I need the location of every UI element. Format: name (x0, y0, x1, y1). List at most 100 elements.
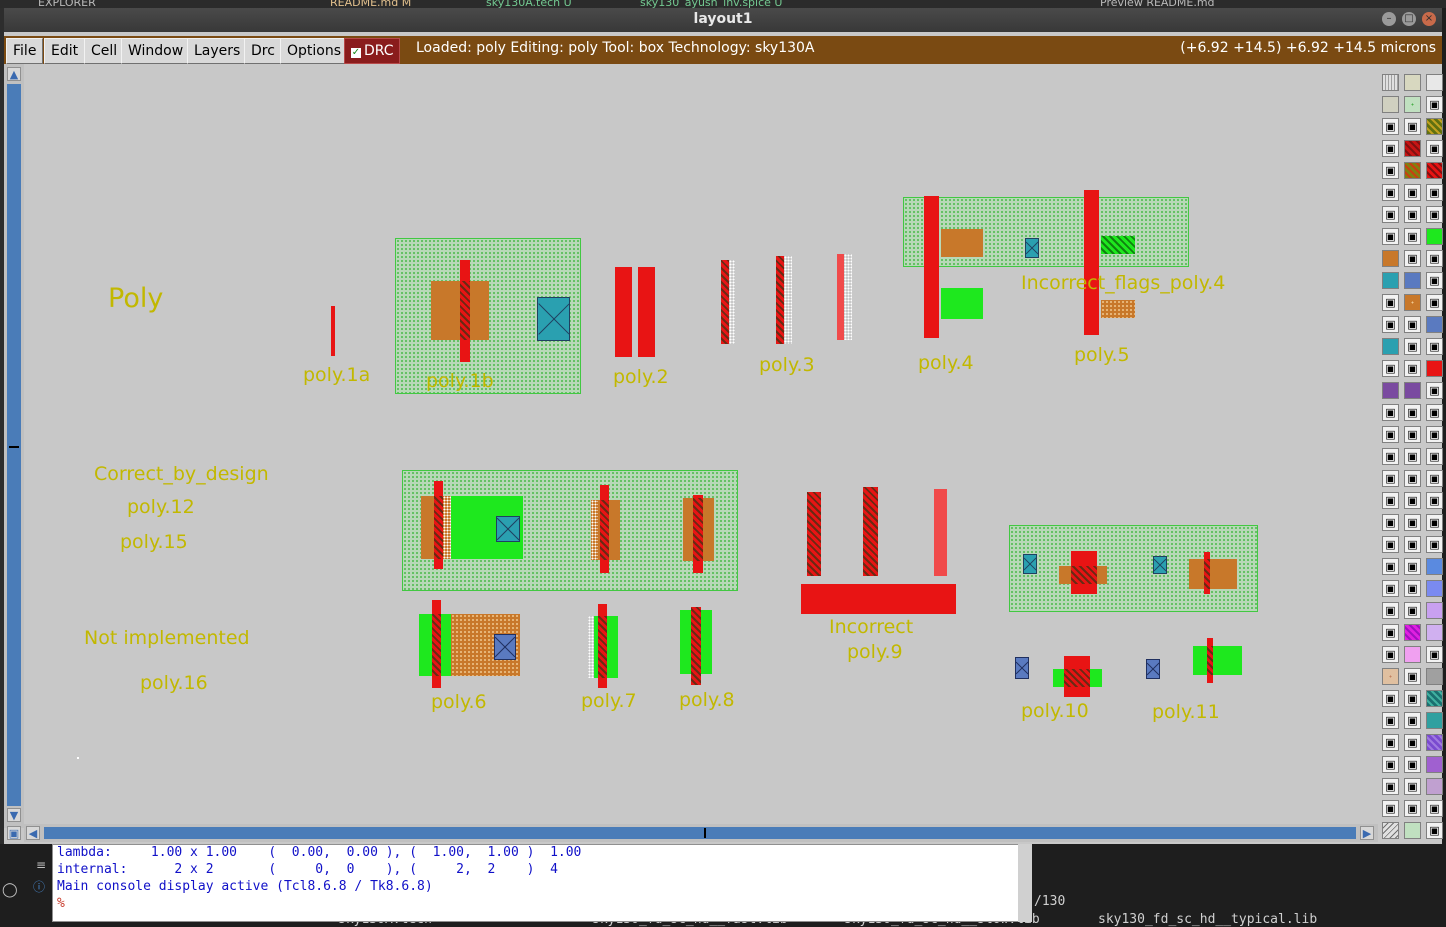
layer-swatch[interactable] (1382, 74, 1399, 91)
menu-cell[interactable]: Cell (84, 38, 125, 64)
poly-3-a[interactable] (721, 260, 729, 344)
layer-lock-icon[interactable]: ▣ (1382, 206, 1399, 223)
layer-swatch[interactable] (1382, 272, 1399, 289)
poly-4-contact[interactable] (1025, 238, 1039, 258)
close-icon[interactable]: × (1422, 12, 1436, 26)
poly-2-right[interactable] (638, 267, 655, 357)
layer-swatch[interactable] (1426, 602, 1443, 619)
layer-lock-icon[interactable]: ▣ (1382, 690, 1399, 707)
tcl-console[interactable]: lambda: 1.00 x 1.00 ( 0.00, 0.00 ), ( 1.… (52, 844, 1020, 922)
poly-12-contact[interactable] (496, 516, 520, 542)
layer-lock-icon[interactable]: ▣ (1426, 382, 1443, 399)
layer-swatch[interactable] (1426, 712, 1443, 729)
layer-lock-icon[interactable]: ▣ (1382, 514, 1399, 531)
layer-swatch[interactable] (1382, 338, 1399, 355)
poly-5-active[interactable] (1101, 236, 1135, 254)
scroll-left-icon[interactable]: ◀ (26, 826, 40, 840)
layer-lock-icon[interactable]: ▣ (1382, 602, 1399, 619)
layer-lock-icon[interactable]: ▣ (1426, 140, 1443, 157)
layer-swatch[interactable] (1404, 74, 1421, 91)
layer-lock-icon[interactable]: ▣ (1426, 448, 1443, 465)
console-scrollbar[interactable] (1018, 844, 1032, 922)
poly-4-gate[interactable] (924, 196, 939, 338)
layer-lock-icon[interactable]: ▣ (1426, 822, 1443, 839)
poly-4-diffusion[interactable] (941, 229, 983, 257)
layer-swatch[interactable] (1382, 250, 1399, 267)
poly-11-contact-a[interactable] (1153, 556, 1167, 574)
layer-swatch[interactable] (1426, 228, 1443, 245)
layer-lock-icon[interactable]: ▣ (1404, 470, 1421, 487)
console-prompt[interactable]: % (57, 896, 65, 911)
layer-lock-icon[interactable]: ▣ (1382, 558, 1399, 575)
menu-options[interactable]: Options (280, 38, 349, 64)
poly-1b-contact[interactable] (537, 297, 570, 341)
scroll-down-icon[interactable]: ▼ (7, 808, 21, 822)
layer-lock-icon[interactable]: ▣ (1404, 426, 1421, 443)
layer-lock-icon[interactable]: ▣ (1404, 184, 1421, 201)
layer-swatch[interactable] (1426, 778, 1443, 795)
layer-swatch[interactable] (1404, 646, 1421, 663)
layer-lock-icon[interactable]: ▣ (1404, 602, 1421, 619)
layer-lock-icon[interactable]: ▣ (1404, 250, 1421, 267)
layer-swatch[interactable] (1426, 316, 1443, 333)
layer-lock-icon[interactable]: ▣ (1382, 800, 1399, 817)
menu-window[interactable]: Window (121, 38, 191, 64)
horizontal-scrollbar[interactable]: ◀ ▶ (24, 824, 1378, 842)
layer-swatch[interactable] (1404, 96, 1421, 113)
layer-lock-icon[interactable]: ▣ (1404, 690, 1421, 707)
layer-swatch[interactable] (1404, 162, 1421, 179)
layer-lock-icon[interactable]: ▣ (1404, 316, 1421, 333)
layer-lock-icon[interactable]: ▣ (1404, 734, 1421, 751)
poly-9-finger-2[interactable] (863, 487, 878, 576)
menu-file[interactable]: File (6, 38, 44, 64)
poly-5-tap[interactable] (1101, 300, 1135, 318)
layer-lock-icon[interactable]: ▣ (1426, 646, 1443, 663)
menu-layers[interactable]: Layers (187, 38, 248, 64)
layer-lock-icon[interactable]: ▣ (1404, 206, 1421, 223)
layer-lock-icon[interactable]: ▣ (1426, 184, 1443, 201)
layer-swatch[interactable] (1426, 668, 1443, 685)
layer-lock-icon[interactable]: ▣ (1404, 338, 1421, 355)
poly-11-active[interactable] (1193, 646, 1242, 675)
poly-5-gate[interactable] (1084, 190, 1099, 335)
layer-swatch[interactable] (1382, 668, 1399, 685)
layer-lock-icon[interactable]: ▣ (1426, 536, 1443, 553)
layer-lock-icon[interactable]: ▣ (1426, 800, 1443, 817)
window-titlebar[interactable]: layout1 – □ × (4, 8, 1442, 32)
layer-swatch[interactable] (1382, 822, 1399, 839)
drc-toggle[interactable]: ✓ DRC (344, 38, 400, 64)
poly-1a-shape[interactable] (331, 306, 335, 356)
poly-4-active[interactable] (941, 288, 983, 319)
layer-swatch[interactable] (1426, 74, 1443, 91)
layer-lock-icon[interactable]: ▣ (1382, 470, 1399, 487)
layer-lock-icon[interactable]: ▣ (1426, 338, 1443, 355)
layer-lock-icon[interactable]: ▣ (1404, 228, 1421, 245)
layer-swatch[interactable] (1426, 734, 1443, 751)
layer-lock-icon[interactable]: ▣ (1404, 558, 1421, 575)
layer-lock-icon[interactable]: ▣ (1404, 360, 1421, 377)
layer-swatch[interactable] (1426, 690, 1443, 707)
vertical-scroll-track[interactable] (7, 84, 21, 806)
layer-lock-icon[interactable]: ▣ (1382, 118, 1399, 135)
layer-lock-icon[interactable]: ▣ (1426, 96, 1443, 113)
layer-swatch[interactable] (1426, 118, 1443, 135)
layer-lock-icon[interactable]: ▣ (1382, 184, 1399, 201)
layer-lock-icon[interactable]: ▣ (1426, 206, 1443, 223)
layer-lock-icon[interactable]: ▣ (1404, 712, 1421, 729)
poly-9-finger-3[interactable] (934, 489, 947, 576)
layer-lock-icon[interactable]: ▣ (1382, 624, 1399, 641)
layer-lock-icon[interactable]: ▣ (1404, 514, 1421, 531)
poly-6-contact[interactable] (494, 634, 516, 660)
layer-lock-icon[interactable]: ▣ (1382, 404, 1399, 421)
host-info-icon[interactable]: ⓘ (33, 878, 45, 895)
layer-lock-icon[interactable]: ▣ (1404, 492, 1421, 509)
layer-lock-icon[interactable]: ▣ (1426, 404, 1443, 421)
layer-swatch[interactable] (1426, 624, 1443, 641)
poly-3-b[interactable] (776, 256, 784, 344)
layer-lock-icon[interactable]: ▣ (1426, 294, 1443, 311)
layer-lock-icon[interactable]: ▣ (1382, 756, 1399, 773)
layer-lock-icon[interactable]: ▣ (1426, 426, 1443, 443)
layer-lock-icon[interactable]: ▣ (1404, 448, 1421, 465)
menu-edit[interactable]: Edit (44, 38, 86, 64)
checkbox-icon[interactable]: ✓ (351, 48, 361, 58)
